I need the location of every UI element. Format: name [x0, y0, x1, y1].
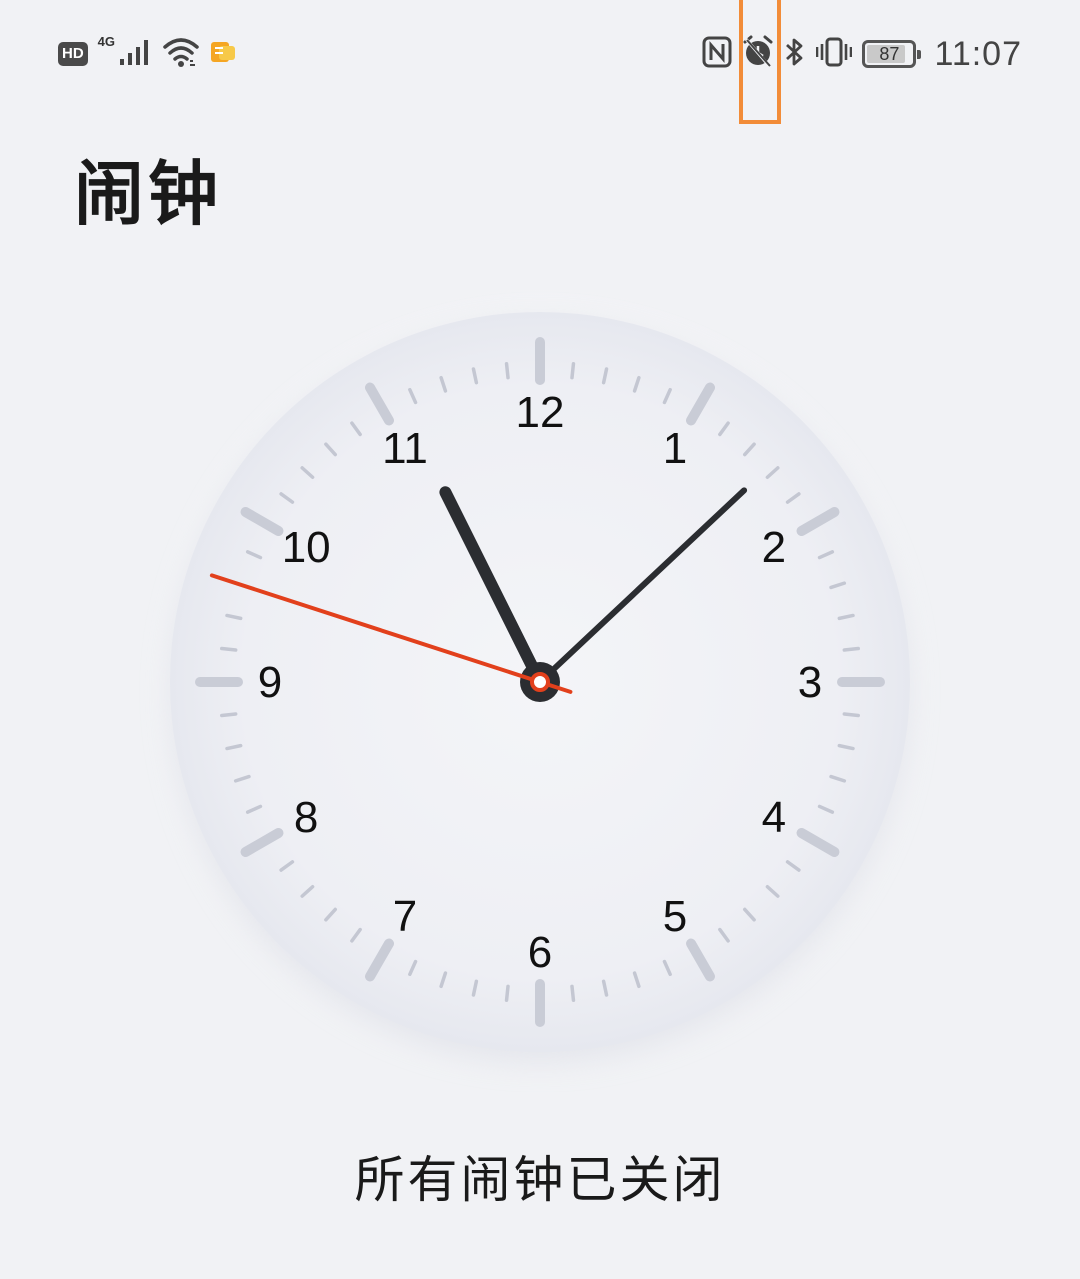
page-title: 闹钟: [74, 153, 222, 235]
clock-numeral-5: 5: [663, 892, 687, 941]
wifi-icon: [163, 36, 199, 72]
clock-numeral-10: 10: [282, 523, 331, 572]
clock-center-pin: [530, 672, 550, 692]
clock-numeral-12: 12: [516, 388, 565, 437]
minute-tick: [220, 646, 238, 652]
clock-numeral-4: 4: [762, 793, 786, 842]
highlight-box: [739, 0, 781, 124]
status-bar: HD 4G 87 11:07: [0, 0, 1080, 110]
minute-tick: [570, 362, 576, 380]
minute-tick: [842, 712, 860, 718]
alarm-status-text: 所有闹钟已关闭: [354, 1151, 726, 1209]
minute-tick: [504, 984, 510, 1002]
minute-tick: [504, 362, 510, 380]
status-bar-left: HD 4G: [58, 34, 237, 72]
hd-badge: HD: [58, 42, 88, 66]
nfc-icon: [702, 36, 732, 72]
clock-numeral-9: 9: [258, 658, 282, 707]
vibrate-icon: [816, 36, 853, 72]
analog-clock: 12 1 2 3 4 5 6 7 8 9 10 11: [130, 272, 950, 1092]
clock-numeral-6: 6: [528, 928, 552, 977]
minute-tick: [842, 646, 860, 652]
status-time: 11:07: [934, 34, 1022, 73]
bluetooth-icon: [784, 36, 806, 72]
minute-tick: [220, 712, 238, 718]
minute-tick: [570, 984, 576, 1002]
clock-numeral-2: 2: [762, 523, 786, 572]
clock-numeral-11: 11: [382, 424, 428, 473]
network-type-label: 4G: [97, 34, 116, 49]
battery-percent: 87: [879, 43, 900, 64]
app-notification-icon: [209, 39, 237, 69]
clock-numeral-1: 1: [663, 424, 687, 473]
clock-numeral-7: 7: [393, 892, 417, 941]
clock-numeral-8: 8: [294, 793, 318, 842]
battery-indicator: 87: [862, 40, 922, 68]
signal-icon: [119, 37, 153, 71]
clock-numeral-3: 3: [798, 658, 822, 707]
